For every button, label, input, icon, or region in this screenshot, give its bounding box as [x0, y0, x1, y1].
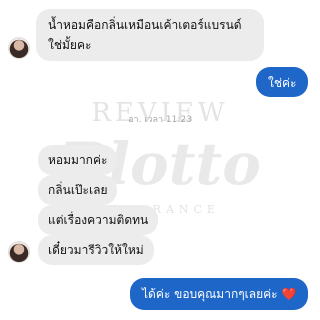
message-timestamp: อา. เวลา 11:23	[128, 115, 192, 125]
outgoing-message[interactable]: ใช่ค่ะ	[256, 67, 309, 97]
incoming-message[interactable]: กลิ่นเป๊ะเลย	[38, 175, 118, 205]
incoming-message[interactable]: น้ำหอมคือกลิ่นเหมือนเค้าเตอร์แบรนด์ใช่มั…	[36, 9, 264, 61]
incoming-message[interactable]: หอมมากค่ะ	[38, 145, 118, 175]
incoming-message[interactable]: เดี๋ยวมารีวิวให้ใหม่	[38, 235, 154, 265]
heart-emoji-icon: ❤️	[281, 287, 297, 301]
outgoing-message-text: ได้ค่ะ ขอบคุณมากๆเลยค่ะ	[142, 287, 278, 301]
customer-avatar[interactable]	[8, 37, 30, 59]
incoming-message[interactable]: แต่เรื่องความติดทน	[38, 205, 159, 235]
customer-avatar[interactable]	[8, 241, 30, 263]
outgoing-message[interactable]: ได้ค่ะ ขอบคุณมากๆเลยค่ะ ❤️	[130, 278, 309, 310]
